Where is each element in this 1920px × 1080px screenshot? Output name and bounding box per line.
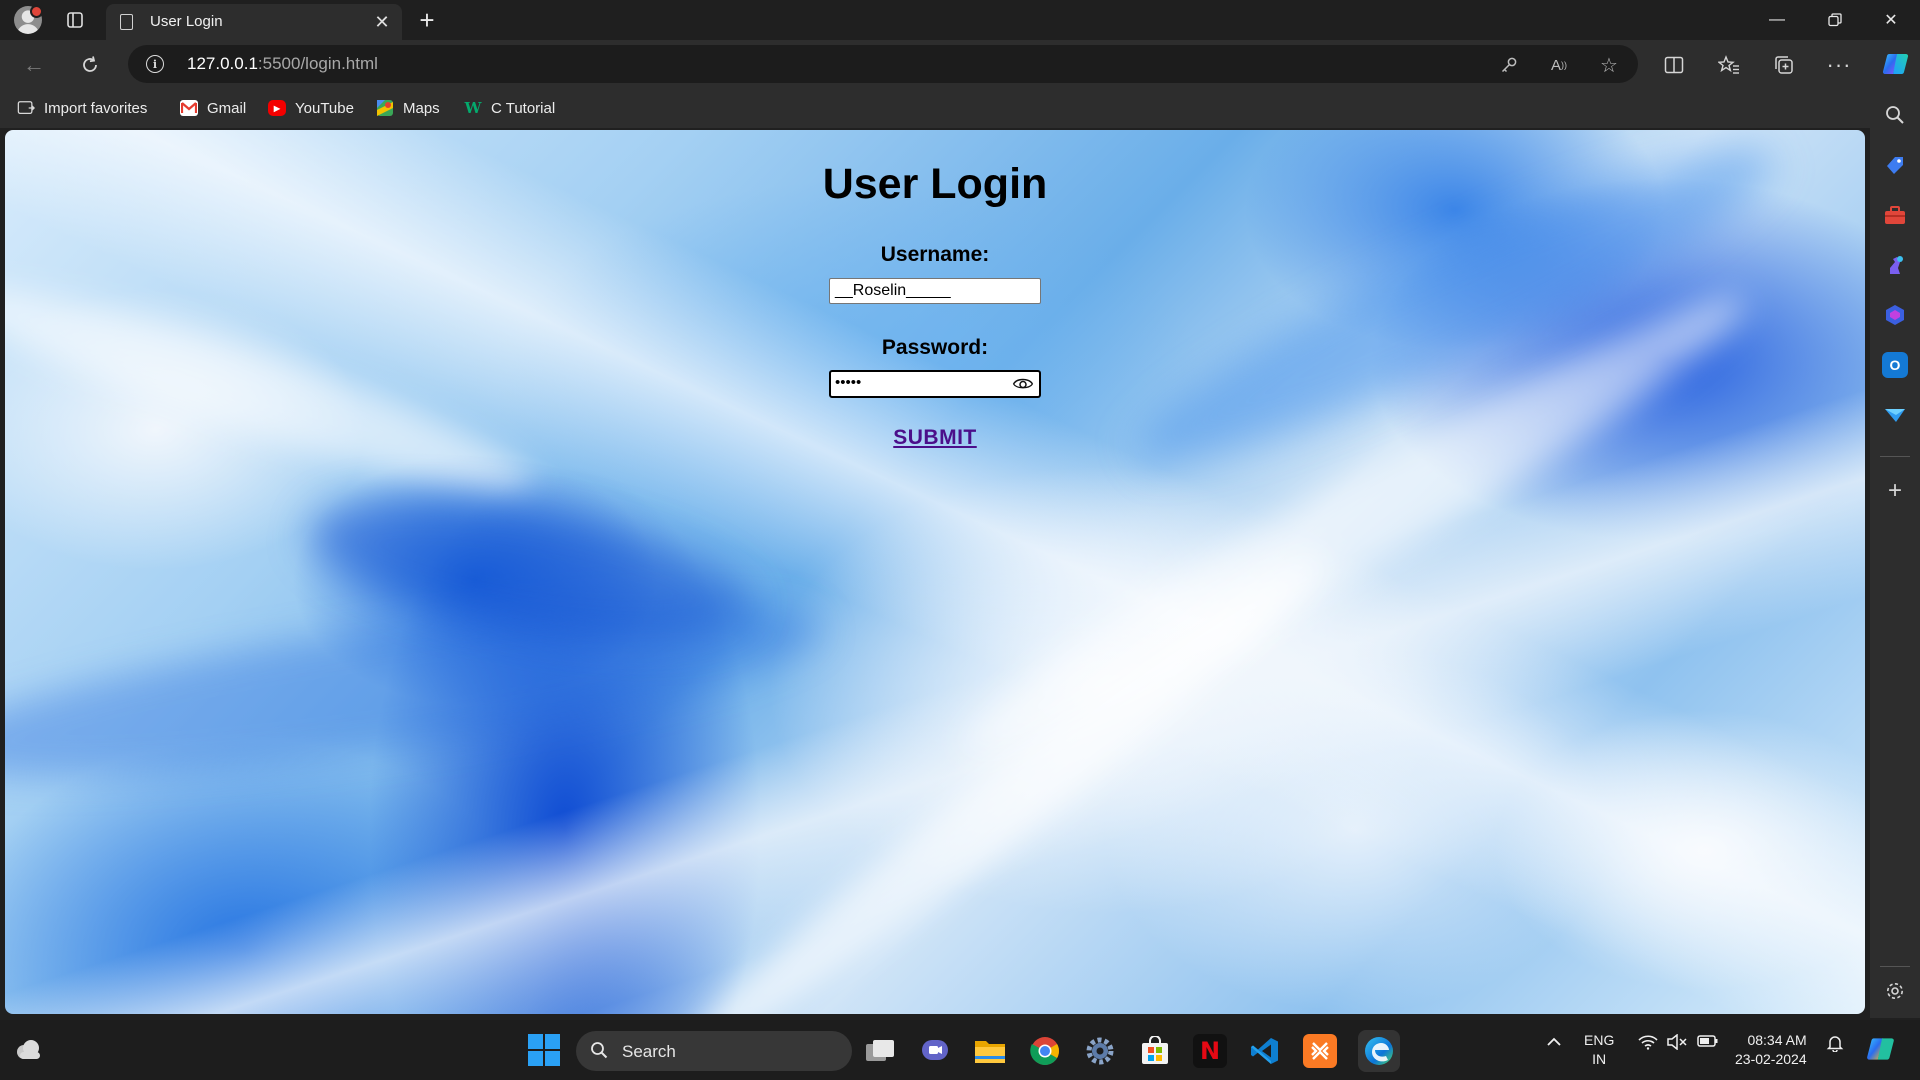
read-aloud-icon[interactable]: A))	[1546, 52, 1572, 78]
copilot-taskbar-icon[interactable]	[1864, 1032, 1898, 1070]
notification-bell-icon[interactable]	[1826, 1034, 1844, 1056]
page-viewport: User Login Username: __Roselin_____ Pass…	[5, 130, 1865, 1014]
weather-cloud-icon[interactable]	[14, 1038, 44, 1062]
password-key-icon[interactable]	[1496, 52, 1522, 78]
netflix-icon[interactable]: N	[1193, 1034, 1227, 1068]
page-title: User Login	[822, 160, 1048, 208]
volume-muted-icon[interactable]	[1667, 1033, 1687, 1054]
sidebar-divider	[1880, 456, 1910, 457]
browser-titlebar: User Login ✕ + — ✕	[0, 0, 1920, 40]
start-tile	[528, 1034, 543, 1049]
wifi-icon[interactable]	[1638, 1034, 1658, 1054]
close-window-button[interactable]: ✕	[1862, 0, 1920, 40]
youtube-icon: ▶	[268, 100, 286, 116]
favorite-import-favorites[interactable]: Import favorites	[17, 96, 147, 120]
battery-icon[interactable]	[1697, 1034, 1719, 1052]
sidebar-search-icon[interactable]	[1882, 102, 1908, 128]
w3schools-icon: W	[464, 99, 482, 117]
tab-user-login[interactable]: User Login ✕	[106, 4, 402, 40]
windows-start-button[interactable]	[528, 1034, 560, 1066]
maps-icon	[376, 100, 394, 116]
page-icon	[120, 14, 133, 30]
tab-title: User Login	[150, 13, 223, 30]
favorite-label: YouTube	[295, 99, 354, 117]
search-icon	[591, 1042, 608, 1059]
favorite-youtube[interactable]: ▶ YouTube	[268, 96, 354, 120]
favorite-c-tutorial[interactable]: W C Tutorial	[464, 96, 556, 120]
windows-taskbar: Search N ENG IN 08:34 AM 23-02-2024	[0, 1020, 1920, 1080]
split-screen-icon[interactable]	[1657, 48, 1691, 82]
profile-avatar[interactable]	[14, 5, 43, 34]
xampp-icon[interactable]	[1303, 1034, 1337, 1068]
outlook-icon[interactable]: O	[1882, 352, 1908, 378]
language-code: ENG	[1584, 1032, 1615, 1048]
sidebar-divider	[1880, 966, 1910, 967]
new-tab-button[interactable]: +	[411, 4, 443, 36]
sidebar-settings-icon[interactable]	[1882, 978, 1908, 1004]
gmail-icon	[180, 100, 198, 116]
microsoft-store-icon[interactable]	[1138, 1034, 1172, 1068]
favorite-label: Gmail	[207, 99, 247, 117]
taskbar-search[interactable]: Search	[576, 1031, 852, 1071]
tools-briefcase-icon[interactable]	[1882, 202, 1908, 228]
show-password-eye-icon[interactable]	[1012, 376, 1034, 392]
favorites-icon[interactable]	[1712, 48, 1746, 82]
favorite-maps[interactable]: Maps	[376, 96, 440, 120]
username-label: Username:	[880, 243, 990, 266]
search-placeholder: Search	[622, 1042, 676, 1061]
vscode-icon[interactable]	[1248, 1034, 1282, 1068]
edge-sidebar: O +	[1870, 88, 1920, 1018]
favorite-label: Maps	[403, 99, 440, 117]
username-field[interactable]: __Roselin_____	[829, 278, 1041, 304]
edge-browser-icon[interactable]	[1358, 1030, 1400, 1072]
start-tile	[528, 1051, 543, 1066]
drop-send-icon[interactable]	[1882, 402, 1908, 428]
shopping-tag-icon[interactable]	[1882, 152, 1908, 178]
site-info-icon[interactable]: i	[146, 55, 164, 73]
games-chess-icon[interactable]	[1882, 252, 1908, 278]
password-mask: •••••	[835, 374, 862, 391]
restore-button[interactable]	[1806, 0, 1864, 40]
url-text[interactable]: 127.0.0.1:5500/login.html	[187, 54, 378, 74]
favorite-star-icon[interactable]: ☆	[1596, 52, 1622, 78]
chrome-icon[interactable]	[1028, 1034, 1062, 1068]
add-sidebar-app-icon[interactable]: +	[1882, 477, 1908, 504]
show-hidden-icons-chevron-icon[interactable]	[1546, 1034, 1562, 1055]
start-tile	[545, 1034, 560, 1049]
background-brush-stroke	[668, 531, 1342, 1014]
password-label: Password:	[881, 336, 989, 359]
url-host: 127.0.0.1	[187, 54, 258, 73]
file-explorer-icon[interactable]	[973, 1034, 1007, 1068]
browser-toolbar: ← i 127.0.0.1:5500/login.html A)) ☆ ···	[0, 40, 1920, 88]
clock-date: 23-02-2024	[1735, 1051, 1807, 1067]
minimize-button[interactable]: —	[1748, 0, 1806, 40]
username-value: __Roselin_____	[835, 282, 951, 299]
clock-time: 08:34 AM	[1747, 1032, 1807, 1048]
favorites-bar: Import favorites Gmail ▶ YouTube Maps W …	[0, 88, 1870, 128]
submit-link[interactable]: SUBMIT	[5, 426, 1865, 450]
task-view-icon[interactable]	[863, 1034, 897, 1068]
microsoft-365-icon[interactable]	[1882, 302, 1908, 328]
address-bar[interactable]: i 127.0.0.1:5500/login.html A)) ☆	[128, 45, 1638, 83]
background-brush-stroke	[5, 259, 543, 521]
tab-actions-icon[interactable]	[59, 4, 91, 36]
system-clock[interactable]: 08:34 AM 23-02-2024	[1735, 1031, 1807, 1069]
language-indicator[interactable]: ENG IN	[1584, 1031, 1614, 1069]
refresh-button[interactable]	[73, 48, 107, 82]
region-code: IN	[1592, 1051, 1607, 1067]
copilot-icon[interactable]	[1880, 48, 1912, 80]
favorite-gmail[interactable]: Gmail	[180, 96, 246, 120]
teams-chat-icon[interactable]	[918, 1034, 952, 1068]
start-tile	[545, 1051, 560, 1066]
url-path: :5500/login.html	[257, 54, 378, 73]
password-field[interactable]: •••••	[829, 370, 1041, 398]
favorite-label: Import favorites	[44, 99, 148, 117]
close-tab-icon[interactable]: ✕	[370, 10, 394, 34]
more-options-icon[interactable]: ···	[1822, 48, 1856, 82]
favorite-label: C Tutorial	[491, 99, 556, 117]
back-button[interactable]: ←	[17, 48, 51, 82]
collections-icon[interactable]	[1767, 48, 1801, 82]
settings-gear-icon[interactable]	[1083, 1034, 1117, 1068]
import-icon	[17, 100, 35, 116]
